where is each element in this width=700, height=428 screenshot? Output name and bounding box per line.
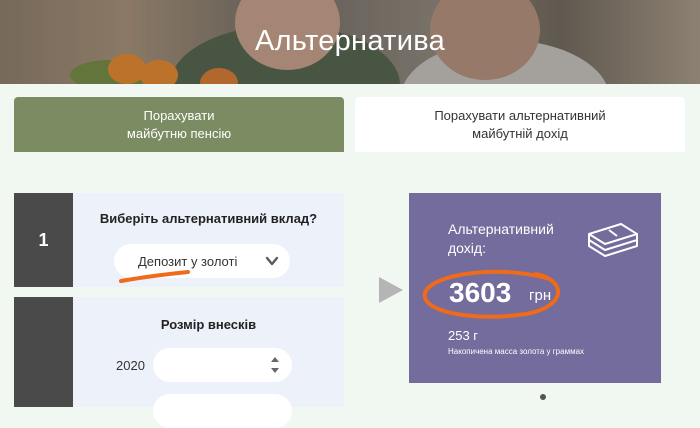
play-arrow-icon bbox=[379, 277, 403, 303]
tab-label-line: Порахувати альтернативний bbox=[434, 107, 606, 123]
tab-label-line: Порахувати bbox=[143, 107, 215, 123]
step-question: Виберіть альтернативний вклад? bbox=[99, 211, 318, 226]
tab-label-line: майбутню пенсію bbox=[126, 125, 232, 141]
highlight-underline bbox=[119, 270, 190, 283]
result-panel: Альтернативний дохід: 3603 грн 253 г Нак… bbox=[409, 193, 661, 383]
result-label: Альтернативний дохід: bbox=[448, 221, 554, 256]
gold-grams-label: Накопичена масса золота у граммах bbox=[448, 347, 585, 356]
year-label: 2020 bbox=[116, 358, 145, 373]
contribution-amount-input[interactable] bbox=[153, 348, 292, 382]
gold-grams: 253 г bbox=[448, 328, 479, 343]
step-card-body: Розмір внесків 2020 bbox=[73, 297, 344, 428]
bottom-indicator bbox=[540, 394, 546, 400]
tab-label-line: майбутній дохід bbox=[472, 125, 568, 141]
step-card-body: Виберіть альтернативний вклад? Депозит у… bbox=[73, 193, 344, 287]
tab-future-pension[interactable]: Порахувати майбутню пенсію bbox=[14, 97, 344, 152]
contribution-amount-input[interactable] bbox=[153, 394, 292, 428]
money-stack-icon bbox=[588, 223, 638, 257]
tab-alternative-income[interactable]: Порахувати альтернативний майбутній дохі… bbox=[355, 97, 685, 152]
spinner-icon[interactable] bbox=[270, 356, 280, 379]
result-currency: грн bbox=[529, 287, 552, 304]
select-value: Депозит у золоті bbox=[138, 253, 238, 269]
step-number: 1 bbox=[14, 193, 73, 287]
page-title: Альтернатива bbox=[254, 25, 446, 57]
step-card-contributions: Розмір внесків 2020 bbox=[14, 297, 344, 428]
result-amount: 3603 bbox=[449, 277, 512, 308]
hero-banner: Альтернатива bbox=[0, 0, 700, 84]
chevron-down-icon bbox=[264, 253, 280, 272]
contributions-title: Розмір внесків bbox=[160, 317, 257, 332]
step-number-panel bbox=[14, 297, 73, 407]
